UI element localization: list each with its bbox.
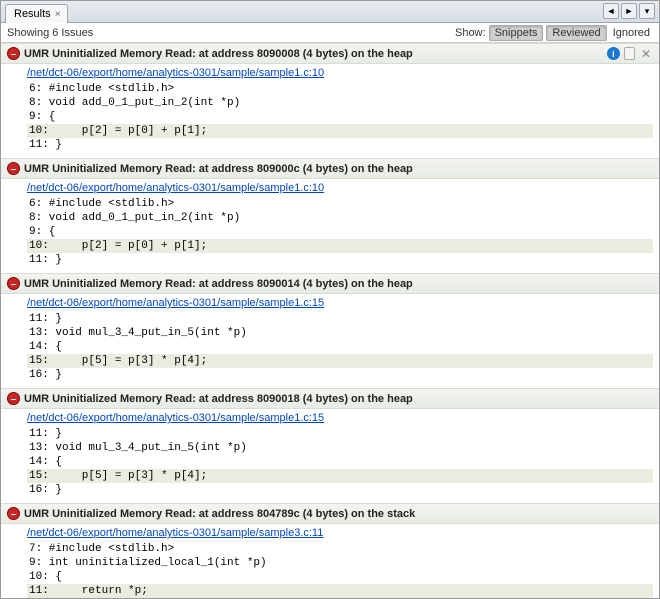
tab-nav-controls: ◄ ► ▾: [603, 3, 655, 19]
issue-item: –UMR Uninitialized Memory Read: at addre…: [1, 503, 659, 598]
toolbar: Showing 6 Issues Show: Snippets Reviewed…: [1, 23, 659, 43]
issue-item: –UMR Uninitialized Memory Read: at addre…: [1, 388, 659, 503]
error-icon: –: [7, 392, 20, 405]
code-line: 9: {: [27, 110, 653, 124]
issue-source-link[interactable]: /net/dct-06/export/home/analytics-0301/s…: [27, 296, 653, 312]
code-line: 11: return *p;: [27, 584, 653, 598]
code-line: 15: p[5] = p[3] * p[4];: [27, 354, 653, 368]
issue-header[interactable]: –UMR Uninitialized Memory Read: at addre…: [1, 43, 659, 64]
issue-body: /net/dct-06/export/home/analytics-0301/s…: [1, 409, 659, 503]
code-line: 13: void mul_3_4_put_in_5(int *p): [27, 441, 653, 455]
code-line: 10: {: [27, 570, 653, 584]
tab-label: Results: [14, 8, 51, 20]
error-icon: –: [7, 162, 20, 175]
code-line: 15: p[5] = p[3] * p[4];: [27, 469, 653, 483]
issues-list: –UMR Uninitialized Memory Read: at addre…: [1, 43, 659, 598]
issue-source-link[interactable]: /net/dct-06/export/home/analytics-0301/s…: [27, 411, 653, 427]
issue-source-link[interactable]: /net/dct-06/export/home/analytics-0301/s…: [27, 181, 653, 197]
error-icon: –: [7, 47, 20, 60]
nav-next-button[interactable]: ►: [621, 3, 637, 19]
issue-title: UMR Uninitialized Memory Read: at addres…: [24, 393, 413, 405]
tab-bar: Results × ◄ ► ▾: [1, 1, 659, 23]
code-snippet: 6: #include <stdlib.h>8: void add_0_1_pu…: [27, 197, 653, 267]
issue-header[interactable]: –UMR Uninitialized Memory Read: at addre…: [1, 503, 659, 524]
filter-ignored-button[interactable]: Ignored: [610, 26, 653, 40]
code-line: 6: #include <stdlib.h>: [27, 197, 653, 211]
code-line: 14: {: [27, 340, 653, 354]
issue-header[interactable]: –UMR Uninitialized Memory Read: at addre…: [1, 158, 659, 179]
issue-source-link[interactable]: /net/dct-06/export/home/analytics-0301/s…: [27, 526, 653, 542]
code-line: 11: }: [27, 312, 653, 326]
code-line: 11: }: [27, 138, 653, 152]
issue-body: /net/dct-06/export/home/analytics-0301/s…: [1, 179, 659, 273]
issue-actions: i✕: [607, 47, 653, 61]
code-line: 11: }: [27, 427, 653, 441]
code-line: 9: {: [27, 225, 653, 239]
issue-body: /net/dct-06/export/home/analytics-0301/s…: [1, 294, 659, 388]
code-line: 10: p[2] = p[0] + p[1];: [27, 124, 653, 138]
info-icon[interactable]: i: [607, 47, 620, 60]
issue-body: /net/dct-06/export/home/analytics-0301/s…: [1, 524, 659, 598]
issue-item: –UMR Uninitialized Memory Read: at addre…: [1, 43, 659, 158]
code-line: 11: }: [27, 253, 653, 267]
issue-item: –UMR Uninitialized Memory Read: at addre…: [1, 273, 659, 388]
code-line: 8: void add_0_1_put_in_2(int *p): [27, 96, 653, 110]
error-icon: –: [7, 507, 20, 520]
issue-header[interactable]: –UMR Uninitialized Memory Read: at addre…: [1, 388, 659, 409]
code-line: 8: void add_0_1_put_in_2(int *p): [27, 211, 653, 225]
code-line: 14: {: [27, 455, 653, 469]
code-snippet: 11: }13: void mul_3_4_put_in_5(int *p)14…: [27, 427, 653, 497]
issue-source-link[interactable]: /net/dct-06/export/home/analytics-0301/s…: [27, 66, 653, 82]
dismiss-icon[interactable]: ✕: [639, 47, 653, 61]
issue-count-label: Showing 6 Issues: [7, 27, 93, 39]
nav-prev-button[interactable]: ◄: [603, 3, 619, 19]
code-snippet: 6: #include <stdlib.h>8: void add_0_1_pu…: [27, 82, 653, 152]
code-line: 13: void mul_3_4_put_in_5(int *p): [27, 326, 653, 340]
issue-header[interactable]: –UMR Uninitialized Memory Read: at addre…: [1, 273, 659, 294]
code-line: 6: #include <stdlib.h>: [27, 82, 653, 96]
issue-title: UMR Uninitialized Memory Read: at addres…: [24, 163, 413, 175]
code-snippet: 7: #include <stdlib.h>9: int uninitializ…: [27, 542, 653, 598]
issue-title: UMR Uninitialized Memory Read: at addres…: [24, 278, 413, 290]
issue-item: –UMR Uninitialized Memory Read: at addre…: [1, 158, 659, 273]
code-snippet: 11: }13: void mul_3_4_put_in_5(int *p)14…: [27, 312, 653, 382]
error-icon: –: [7, 277, 20, 290]
code-line: 9: int uninitialized_local_1(int *p): [27, 556, 653, 570]
issue-title: UMR Uninitialized Memory Read: at addres…: [24, 48, 413, 60]
filter-snippets-button[interactable]: Snippets: [489, 25, 544, 41]
issue-body: /net/dct-06/export/home/analytics-0301/s…: [1, 64, 659, 158]
code-line: 16: }: [27, 368, 653, 382]
show-label: Show:: [455, 27, 486, 39]
filter-reviewed-button[interactable]: Reviewed: [546, 25, 606, 41]
close-icon[interactable]: ×: [55, 9, 61, 20]
code-line: 16: }: [27, 483, 653, 497]
issue-title: UMR Uninitialized Memory Read: at addres…: [24, 508, 415, 520]
code-line: 7: #include <stdlib.h>: [27, 542, 653, 556]
copy-icon[interactable]: [624, 47, 635, 60]
code-line: 10: p[2] = p[0] + p[1];: [27, 239, 653, 253]
tab-results[interactable]: Results ×: [5, 4, 68, 23]
nav-menu-button[interactable]: ▾: [639, 3, 655, 19]
